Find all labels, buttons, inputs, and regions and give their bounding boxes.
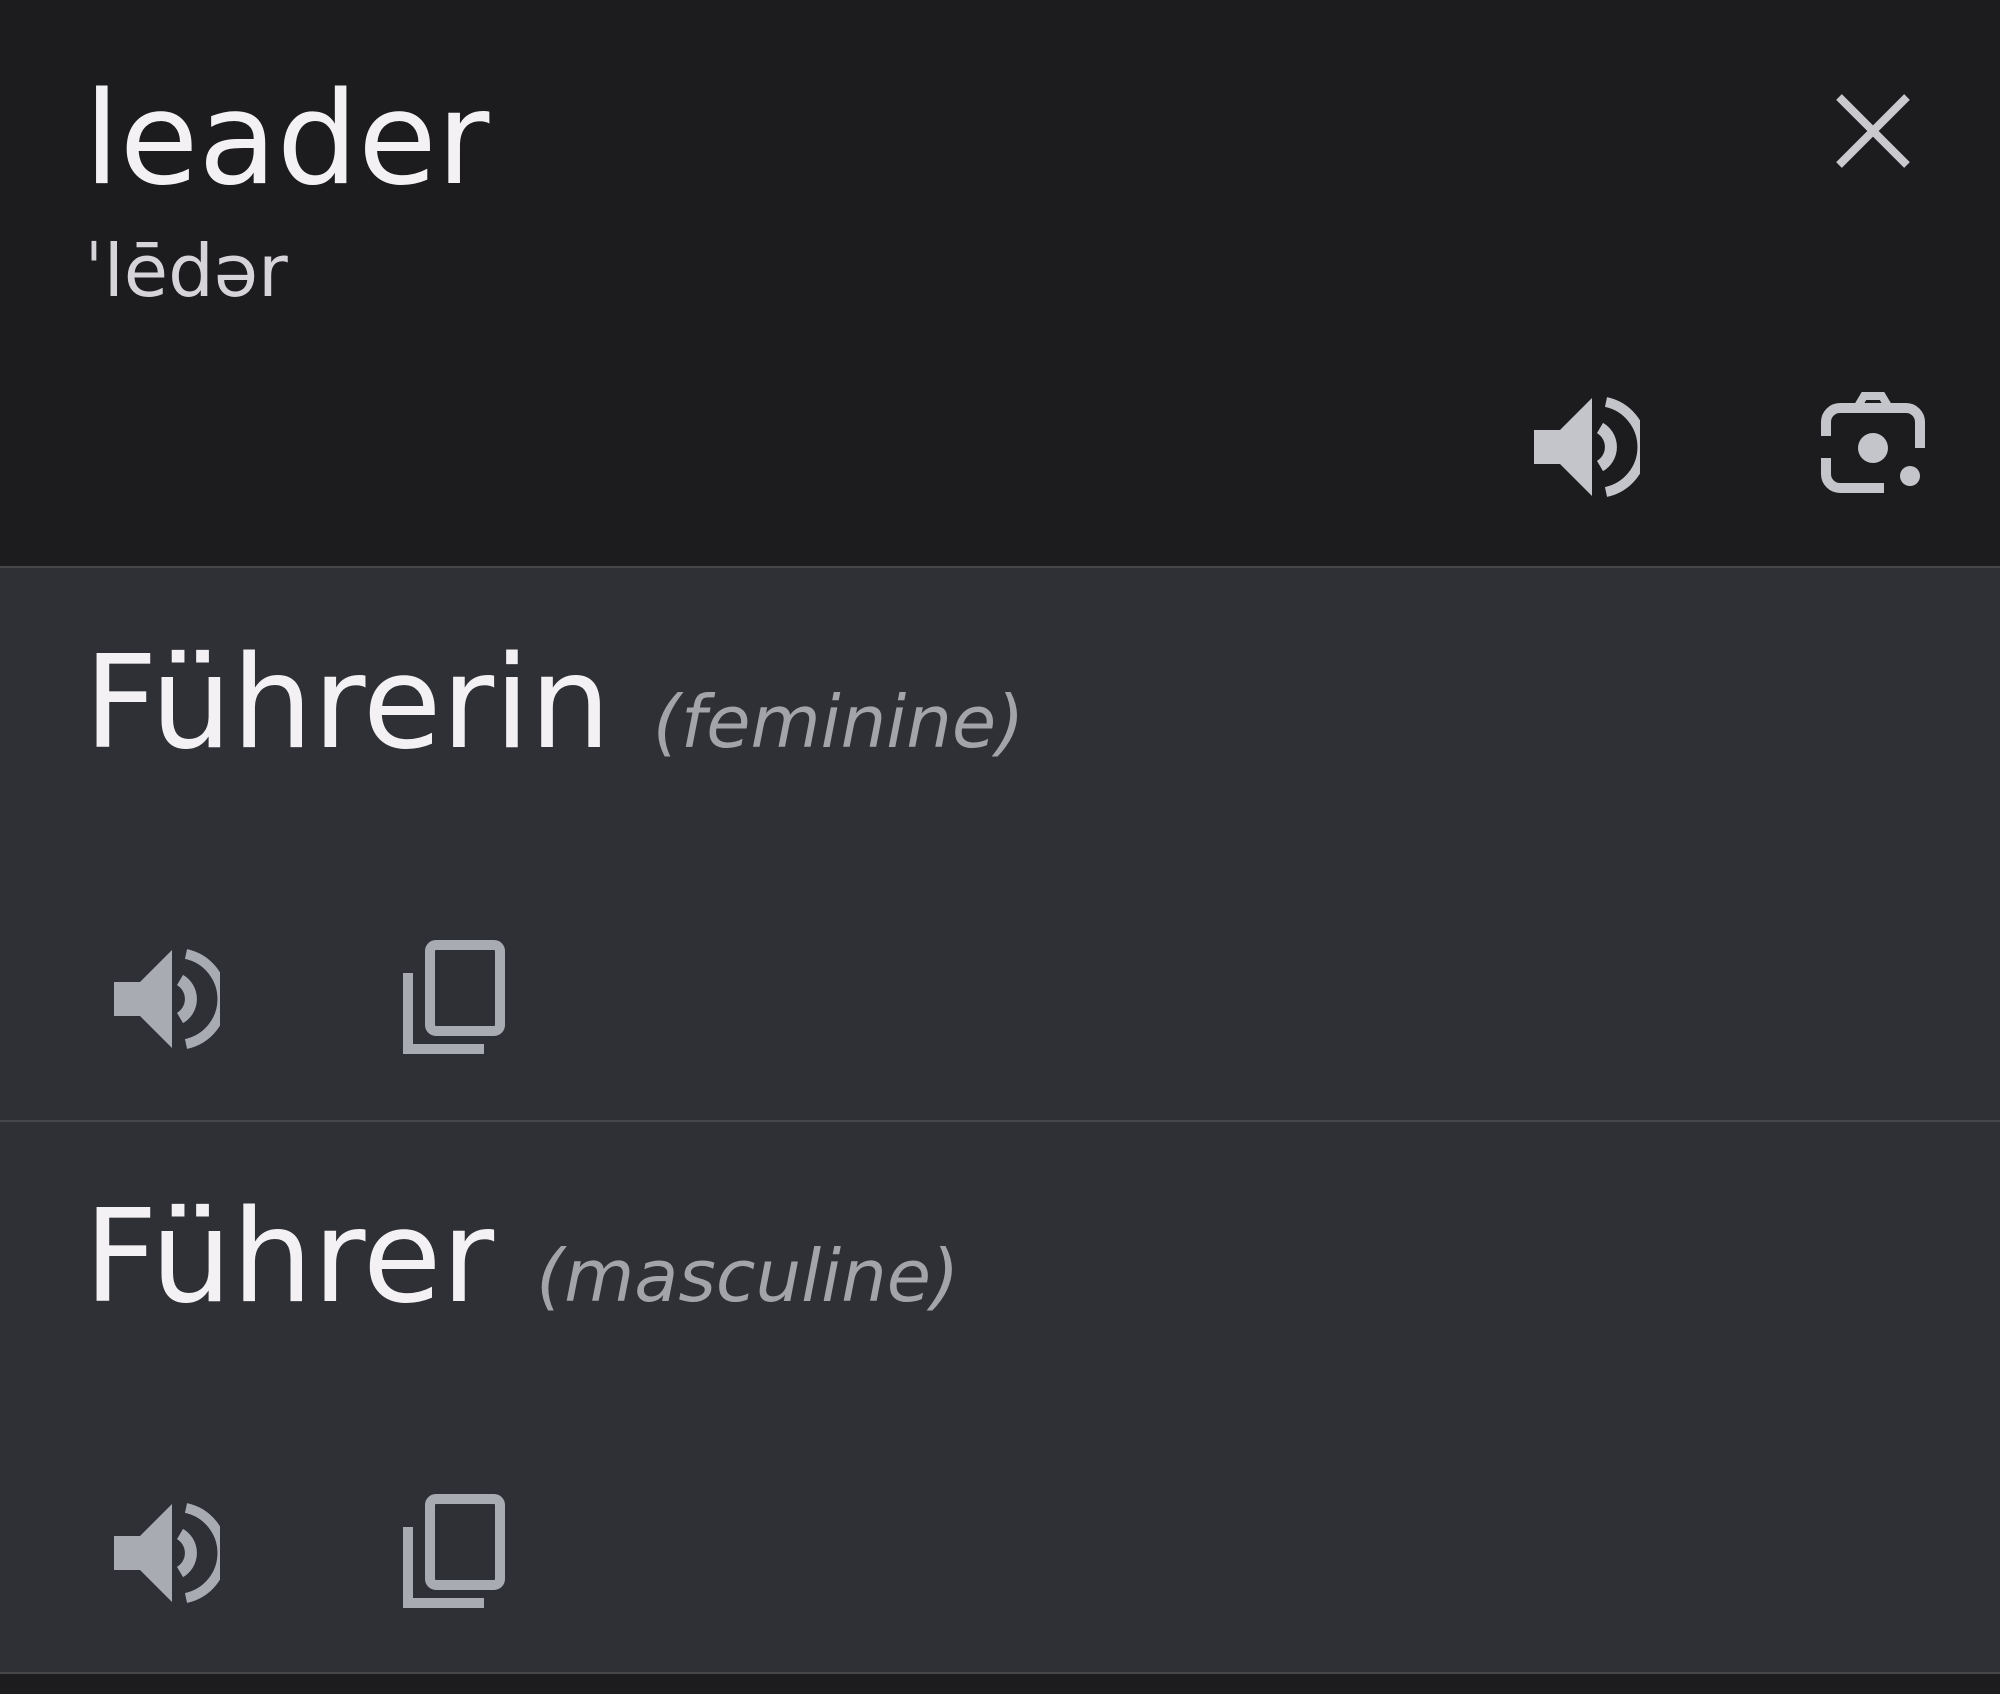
pronunciation: ˈlēdər: [84, 229, 288, 313]
speak-button[interactable]: [100, 934, 230, 1064]
gender-label: (masculine): [536, 1234, 960, 1318]
camera-lens-icon: [1821, 392, 1925, 493]
copy-button[interactable]: [390, 1488, 520, 1618]
translation-result: Führerin (feminine): [0, 568, 2000, 1122]
term-line: Führer (masculine): [84, 1178, 959, 1338]
gender-label: (feminine): [652, 680, 1025, 764]
copy-icon: [403, 1494, 505, 1608]
translation-term[interactable]: Führer: [84, 1183, 494, 1332]
speaker-icon: [114, 1503, 220, 1603]
lens-button[interactable]: [1808, 382, 1938, 512]
close-button[interactable]: [1808, 66, 1938, 196]
speaker-icon: [114, 949, 220, 1049]
source-panel: leader ˈlēdər: [0, 0, 2000, 568]
source-word: leader: [84, 65, 490, 214]
source-speak-button[interactable]: [1520, 382, 1650, 512]
copy-icon: [403, 940, 505, 1054]
speaker-icon: [1534, 397, 1640, 497]
close-icon: [1836, 94, 1910, 168]
translation-term[interactable]: Führerin: [84, 629, 611, 778]
translation-result: Führer (masculine): [0, 1122, 2000, 1674]
bottom-strip: [0, 1674, 2000, 1694]
speak-button[interactable]: [100, 1488, 230, 1618]
term-line: Führerin (feminine): [84, 624, 1024, 784]
copy-button[interactable]: [390, 934, 520, 1064]
